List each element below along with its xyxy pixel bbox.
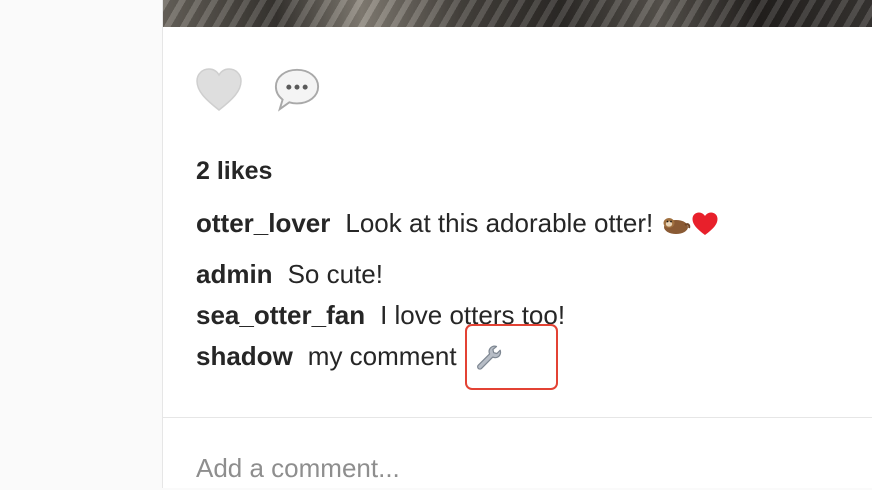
comment-username[interactable]: admin: [196, 254, 273, 295]
comment-username[interactable]: sea_otter_fan: [196, 295, 365, 336]
highlight-box: [465, 324, 558, 390]
comment-username[interactable]: otter_lover: [196, 203, 330, 244]
comment-username[interactable]: shadow: [196, 336, 293, 377]
comment-button[interactable]: [273, 66, 321, 114]
post-card: 2 likes otter_lover Look at this adorabl…: [162, 0, 872, 490]
caption-emojis: [663, 211, 719, 237]
comment-item: sea_otter_fan I love otters too!: [196, 295, 719, 336]
red-heart-icon: [692, 212, 718, 235]
comment-item: shadow my comment: [196, 336, 719, 377]
like-button[interactable]: [195, 66, 243, 114]
caption: otter_lover Look at this adorable otter!: [196, 203, 719, 244]
otter-icon: [663, 217, 691, 234]
add-comment-input[interactable]: [196, 446, 836, 490]
post-actions: [195, 62, 351, 118]
likes-count[interactable]: 2 likes: [196, 157, 272, 186]
comment-text: Look at this adorable otter!: [345, 208, 654, 238]
speech-bubble-icon: [274, 68, 320, 112]
comment-text: my comment: [307, 341, 457, 371]
post-photo[interactable]: [163, 0, 872, 27]
divider: [163, 417, 872, 418]
comments-list: otter_lover Look at this adorable otter!…: [196, 203, 719, 377]
heart-outline-icon: [196, 68, 242, 111]
comment-text: So cute!: [287, 259, 383, 289]
comment-item: admin So cute!: [196, 254, 719, 295]
